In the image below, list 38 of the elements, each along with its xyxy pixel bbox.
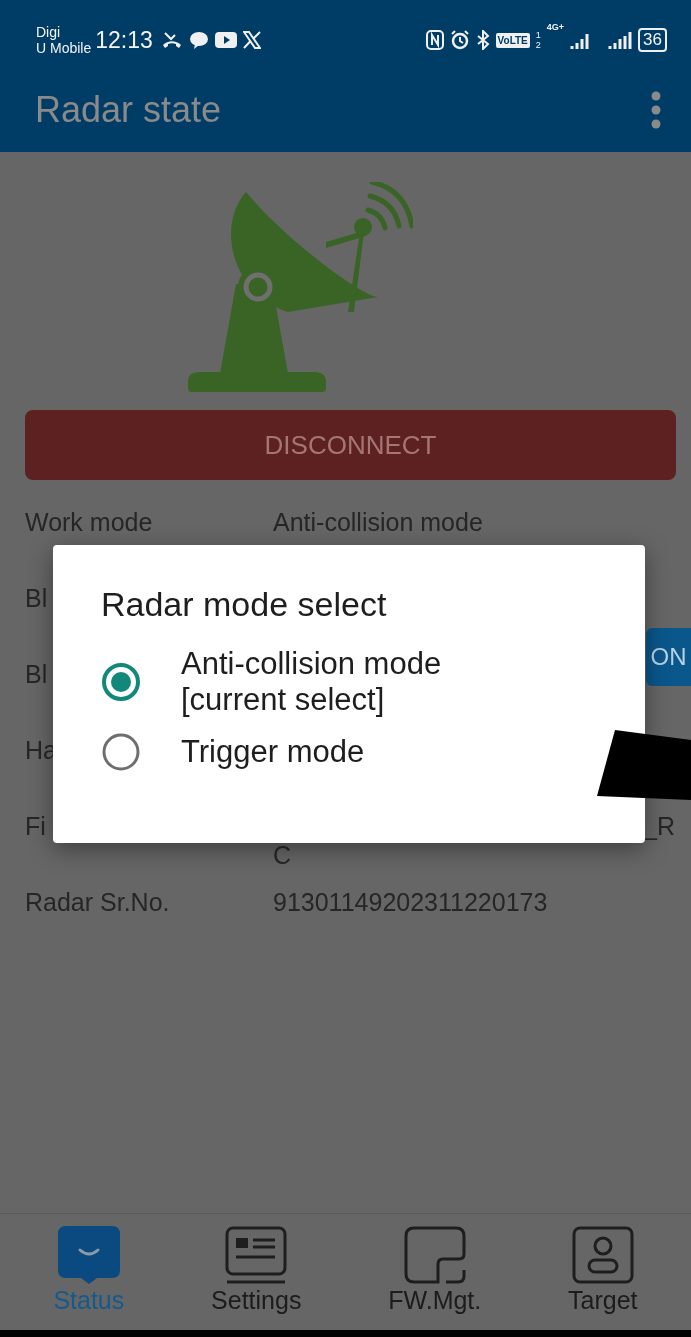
app-title: Radar state (35, 89, 223, 131)
nfc-icon (425, 30, 444, 50)
row-value: Anti-collision mode (273, 508, 484, 537)
row-label: Radar Sr.No. (25, 888, 170, 917)
signal-icon (608, 30, 633, 50)
clock: 12:13 (95, 26, 153, 54)
row-label: Fi (25, 812, 46, 841)
sim-number: 2 (535, 40, 541, 50)
row-label: Bl (25, 584, 48, 613)
missed-call-icon (160, 31, 183, 49)
radio-option[interactable]: Anti-collision mode [current select] (101, 646, 442, 718)
carrier-name: U Mobile (36, 40, 92, 56)
volte-badge: VoLTE (495, 32, 530, 48)
row-label: Work mode (25, 508, 153, 537)
radio-option[interactable]: Trigger mode (101, 732, 365, 772)
bluetooth-icon (475, 30, 490, 50)
row-value: C (273, 841, 293, 870)
sim-number: 1 (535, 30, 541, 40)
smile-chat-icon (57, 1226, 120, 1284)
document-list-icon (225, 1226, 288, 1284)
dialog-title: Radar mode select (101, 585, 388, 624)
nav-tab[interactable]: Settings (203, 1214, 310, 1330)
battery-icon: 36 (638, 28, 667, 52)
carrier-name: Digi (36, 24, 62, 40)
chat-bubble-icon (188, 31, 209, 49)
play-icon (214, 32, 237, 48)
network-type: 4G+ (546, 22, 565, 32)
more-options-icon[interactable] (651, 91, 661, 129)
row-value: 91301149202311220173 (273, 888, 549, 917)
user-profile-icon (571, 1226, 634, 1284)
nav-tab[interactable]: Target (560, 1214, 646, 1330)
row-value: _R (643, 812, 675, 841)
nav-tab[interactable]: FW.Mgt. (380, 1214, 490, 1330)
x-logo-icon (242, 31, 261, 49)
row-label: Bl (25, 660, 48, 689)
disconnect-button[interactable]: DISCONNECT (25, 410, 676, 480)
alarm-icon (449, 30, 470, 50)
on-button[interactable]: ON (646, 628, 691, 686)
